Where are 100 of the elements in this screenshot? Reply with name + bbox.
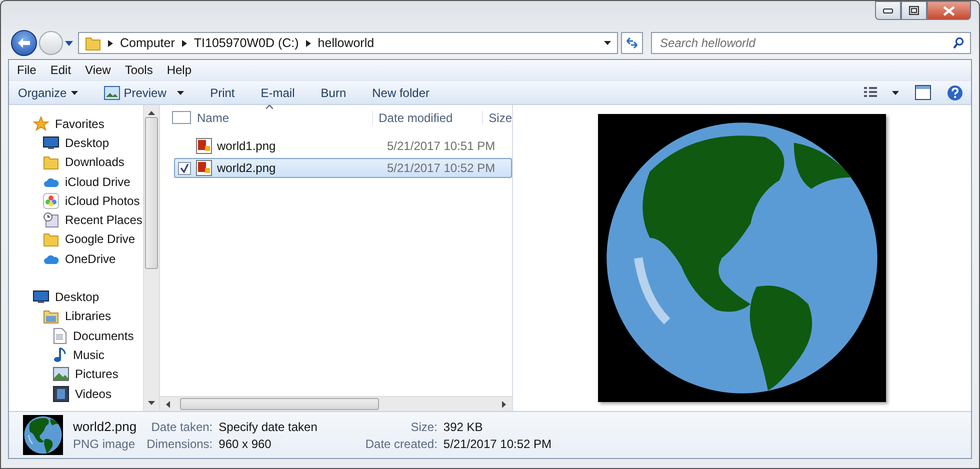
menu-item[interactable]: File — [17, 63, 36, 77]
minimize-button[interactable] — [875, 1, 901, 20]
document-icon — [53, 328, 67, 344]
image-file-icon — [196, 138, 212, 154]
chevron-icon — [182, 40, 187, 46]
cloud-icon — [43, 176, 59, 188]
minimize-icon — [883, 8, 893, 14]
nav-item[interactable]: Documents — [33, 326, 143, 346]
nav-item[interactable]: Favorites — [33, 114, 143, 134]
address-bar[interactable]: Computer TI105970W0D (C:) helloworld — [78, 32, 618, 54]
toolbar-button[interactable]: Organize — [18, 86, 78, 100]
scroll-right-icon — [502, 400, 506, 408]
nav-item[interactable]: Downloads — [33, 152, 143, 172]
close-icon — [943, 6, 955, 16]
details-view-icon — [863, 86, 878, 98]
toolbar-button[interactable]: E-mail — [260, 86, 295, 100]
view-options-button[interactable] — [863, 86, 899, 100]
monitor-icon — [33, 290, 49, 304]
toolbar-button[interactable]: Print — [210, 86, 235, 100]
scrollbar-thumb[interactable] — [145, 117, 158, 269]
checkmark-icon — [180, 164, 189, 172]
file-row[interactable]: world2.png 5/21/2017 10:52 PM — [174, 158, 512, 178]
menu-item[interactable]: Edit — [50, 63, 72, 77]
dropdown-caret-icon — [892, 90, 899, 94]
folder-icon — [85, 35, 101, 51]
nav-item[interactable]: Libraries — [33, 306, 143, 326]
breadcrumb-item[interactable]: TI105970W0D (C:) — [194, 36, 299, 50]
scrollbar-thumb[interactable] — [180, 398, 379, 410]
close-button[interactable] — [927, 1, 971, 20]
scroll-up-icon — [148, 111, 155, 115]
toolbar-button[interactable]: New folder — [372, 86, 430, 100]
search-icon — [953, 37, 964, 49]
file-row[interactable]: world1.png 5/21/2017 10:51 PM — [174, 136, 512, 156]
nav-item[interactable]: iCloud Photos — [33, 191, 143, 210]
refresh-arrows-icon — [626, 37, 638, 49]
picture-icon — [53, 367, 69, 382]
picture-icon — [104, 86, 120, 100]
cloud-icon — [43, 252, 59, 265]
checkbox[interactable] — [172, 111, 191, 124]
chevron-icon — [306, 40, 311, 46]
maximize-button[interactable] — [901, 1, 927, 20]
nav-item[interactable]: Recent Places — [33, 210, 143, 230]
maximize-icon — [909, 6, 919, 15]
folder-icon — [43, 231, 59, 248]
back-button[interactable] — [11, 30, 37, 56]
property-value: 5/21/2017 10:52 PM — [443, 437, 552, 451]
menu-item[interactable]: Help — [166, 63, 192, 77]
toolbar-button[interactable]: Preview — [104, 86, 184, 100]
column-header[interactable]: Name — [191, 110, 373, 124]
flower-icon — [43, 192, 59, 209]
film-icon — [53, 386, 69, 402]
breadcrumb-item[interactable]: helloworld — [318, 36, 374, 50]
star-icon — [33, 116, 49, 132]
nav-item[interactable]: Music — [33, 345, 143, 365]
date-modified: 5/21/2017 10:51 PM — [387, 139, 496, 153]
property-label: Size: — [410, 420, 438, 434]
property-value: Specify date taken — [218, 420, 318, 434]
file-name: world2.png — [217, 161, 277, 175]
property-value: 960 x 960 — [218, 437, 272, 451]
help-icon[interactable] — [947, 84, 963, 100]
music-note-icon — [53, 346, 67, 363]
recent-places-icon — [43, 212, 59, 228]
nav-item[interactable]: Desktop — [33, 133, 143, 153]
checkbox[interactable] — [178, 162, 191, 174]
menu-item[interactable]: View — [85, 63, 111, 77]
nav-item[interactable]: Pictures — [33, 364, 143, 384]
search-input[interactable]: Search helloworld — [658, 35, 953, 51]
history-dropdown-icon[interactable] — [65, 40, 73, 46]
folder-icon — [43, 154, 59, 170]
property-label: Date created: — [365, 437, 438, 451]
file-name: world2.png — [73, 419, 137, 434]
breadcrumb-item[interactable]: Computer — [120, 36, 175, 50]
toolbar-button[interactable]: Burn — [320, 86, 346, 100]
nav-item[interactable]: iCloud Drive — [33, 172, 143, 192]
monitor-icon — [43, 136, 59, 150]
nav-item[interactable]: Google Drive — [33, 230, 143, 250]
scroll-left-icon — [166, 400, 170, 408]
library-icon — [43, 308, 59, 324]
property-value: 392 KB — [443, 420, 484, 434]
dropdown-caret-icon — [70, 90, 78, 94]
property-label: Date taken: — [150, 420, 213, 434]
preview-pane-icon[interactable] — [915, 85, 931, 100]
nav-item[interactable]: Videos — [33, 384, 143, 404]
search-field[interactable]: Search helloworld — [651, 32, 971, 54]
column-header[interactable]: Size — [482, 110, 512, 124]
left-arrow-icon — [18, 38, 30, 48]
file-name: world1.png — [217, 139, 277, 153]
property-label: Dimensions: — [146, 437, 213, 451]
dropdown-caret-icon — [177, 90, 184, 94]
scroll-down-icon — [148, 401, 155, 405]
dropdown-caret-icon — [604, 41, 611, 45]
column-header[interactable]: Date modified — [372, 110, 483, 124]
image-file-icon — [196, 160, 212, 176]
vertical-scrollbar[interactable] — [143, 105, 159, 411]
file-type: PNG image — [73, 437, 136, 451]
menu-item[interactable]: Tools — [124, 63, 153, 77]
horizontal-scrollbar[interactable] — [160, 396, 512, 411]
nav-item[interactable]: Desktop — [33, 287, 143, 307]
nav-item[interactable]: OneDrive — [33, 249, 143, 268]
refresh-button[interactable] — [621, 32, 643, 54]
